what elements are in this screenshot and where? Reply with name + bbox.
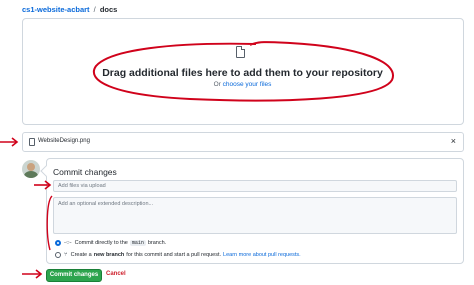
breadcrumb: cs1-website-acbart / docs [22, 5, 117, 14]
dropzone-subtitle: Or choose your files [100, 81, 385, 88]
dropzone-or-text: Or [213, 81, 221, 88]
new-branch-bold: new branch [93, 252, 125, 258]
uploaded-file-name: WebsiteDesign.png [38, 138, 90, 144]
file-icon [29, 138, 35, 146]
commit-changes-button[interactable]: Commit changes [46, 269, 102, 282]
dropzone-title: Drag additional files here to add them t… [102, 67, 383, 79]
commit-direct-radio[interactable] [55, 240, 61, 246]
new-branch-option[interactable]: ⑂ Create a new branch for this commit an… [55, 252, 301, 258]
new-branch-radio[interactable] [55, 252, 61, 258]
annotation-arrow-commit-button [22, 269, 43, 279]
avatar [22, 160, 40, 178]
commit-summary-input[interactable] [53, 180, 457, 192]
commit-title: Commit changes [53, 167, 117, 177]
new-branch-suffix: for this commit and start a pull request… [126, 252, 222, 258]
breadcrumb-folder: docs [99, 5, 118, 14]
uploaded-file-row: WebsiteDesign.png × [22, 132, 464, 152]
commit-direct-option[interactable]: -○- Commit directly to the main branch. [55, 240, 166, 246]
breadcrumb-separator: / [93, 5, 96, 14]
learn-more-link[interactable]: Learn more about pull requests. [223, 252, 301, 258]
cancel-button[interactable]: Cancel [106, 271, 126, 277]
git-commit-icon: -○- [64, 240, 72, 246]
branch-name: main [129, 240, 146, 246]
commit-form-pointer [40, 165, 52, 177]
file-icon [236, 46, 245, 58]
remove-file-icon[interactable]: × [451, 136, 456, 146]
breadcrumb-repo-link[interactable]: cs1-website-acbart [22, 5, 90, 14]
annotation-arrow-file-row [0, 137, 19, 147]
commit-direct-prefix: Commit directly to the [74, 240, 128, 246]
commit-direct-suffix: branch. [147, 240, 167, 246]
git-pull-request-icon: ⑂ [64, 252, 68, 258]
new-branch-prefix: Create a [70, 252, 92, 258]
choose-files-link[interactable]: choose your files [223, 81, 272, 88]
commit-description-input[interactable] [53, 197, 457, 234]
